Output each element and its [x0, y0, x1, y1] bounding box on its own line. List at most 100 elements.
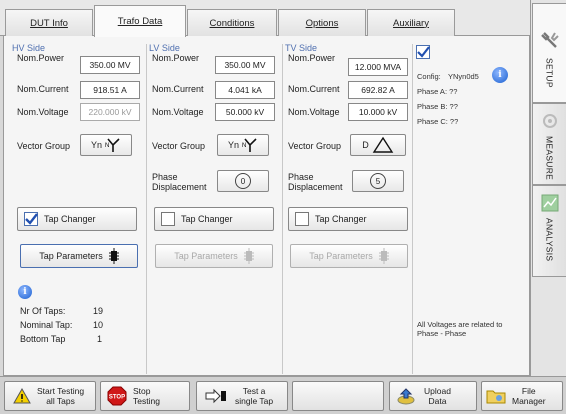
phase-value: 5	[375, 176, 381, 186]
lv-displacement-label: Displacement	[152, 182, 207, 192]
start-testing-button[interactable]: Start Testing all Taps	[4, 381, 96, 411]
tv-phase-displacement-button[interactable]: 5	[352, 170, 404, 192]
gear-icon	[542, 114, 557, 128]
lv-tap-changer-button[interactable]: Tap Changer	[154, 207, 274, 231]
hv-nom-voltage-field[interactable]: 220.000 kV	[80, 103, 140, 121]
vector-group-value: D	[362, 140, 369, 150]
tap-parameters-label: Tap Parameters	[174, 251, 238, 261]
lv-phase-label: Phase	[152, 172, 178, 182]
column-divider	[412, 44, 413, 374]
lv-nom-voltage-field[interactable]: 50.000 kV	[215, 103, 275, 121]
side-tab-label: SETUP	[544, 58, 555, 88]
tab-dut-info[interactable]: DUT Info	[5, 9, 93, 36]
phase-c-status: Phase C: ??	[417, 117, 459, 126]
tv-nom-current-field[interactable]: 692.82 A	[348, 81, 408, 99]
column-divider	[146, 44, 147, 374]
hv-vector-group-button[interactable]: Yn N	[80, 134, 132, 156]
empty-button[interactable]	[292, 381, 384, 411]
checkbox-unchecked-icon	[161, 212, 175, 226]
file-manager-text: File Manager	[512, 386, 546, 406]
tv-vector-group-button[interactable]: D	[350, 134, 406, 156]
side-tab-label: MEASURE	[544, 136, 555, 181]
checkbox-unchecked-icon	[295, 212, 309, 226]
warning-icon	[13, 388, 31, 404]
tab-trafo-data[interactable]: Trafo Data	[94, 5, 186, 37]
line-2: single Tap	[235, 396, 274, 406]
side-tab-analysis[interactable]: ANALYSIS	[532, 185, 566, 277]
lv-phase-displacement-button[interactable]: 0	[217, 170, 269, 192]
tv-nom-power-field[interactable]: 12.000 MVA	[348, 58, 408, 76]
upload-data-button[interactable]: Upload Data	[389, 381, 477, 411]
tab-label: Conditions	[209, 17, 255, 29]
side-tab-measure[interactable]: MEASURE	[532, 103, 566, 185]
start-testing-text: Start Testing all Taps	[37, 386, 84, 406]
upload-data-text: Upload Data	[424, 386, 451, 406]
voltage-note: All Voltages are related to Phase - Phas…	[417, 320, 503, 338]
hv-vector-group-label: Vector Group	[17, 141, 71, 151]
tap-icon	[243, 248, 254, 264]
lv-nom-power-field[interactable]: 350.00 MV	[215, 56, 275, 74]
arrow-tap-icon	[205, 388, 226, 404]
line-2: Data	[428, 396, 447, 406]
lv-vector-group-button[interactable]: Yn N	[217, 134, 269, 156]
check-icon	[417, 46, 430, 58]
config-checkbox[interactable]	[416, 45, 430, 59]
lv-vector-group-label: Vector Group	[152, 141, 206, 151]
column-divider	[282, 44, 283, 374]
tap-parameters-label: Tap Parameters	[309, 251, 373, 261]
nr-of-taps-label: Nr Of Taps:	[20, 306, 66, 316]
tab-options[interactable]: Options	[278, 9, 366, 36]
vector-group-value: Yn	[90, 140, 102, 150]
tv-nom-voltage-label: Nom.Voltage	[288, 107, 340, 117]
bottom-tap-value: 1	[97, 334, 103, 344]
nominal-tap-label: Nominal Tap:	[20, 320, 73, 330]
hv-tap-changer-button[interactable]: Tap Changer	[17, 207, 137, 231]
svg-text:N: N	[105, 143, 109, 149]
hv-nom-current-field[interactable]: 918.51 A	[80, 81, 140, 99]
tab-auxiliary[interactable]: Auxiliary	[367, 9, 455, 36]
hv-nom-voltage-label: Nom.Voltage	[17, 107, 69, 117]
clock-position-icon: 0	[235, 173, 251, 189]
vector-group-value: Yn	[227, 140, 239, 150]
chart-icon	[541, 194, 558, 212]
tv-vector-group-label: Vector Group	[288, 141, 342, 151]
tv-nom-power-label: Nom.Power	[288, 53, 336, 63]
hv-tap-parameters-button[interactable]: Tap Parameters	[20, 244, 138, 268]
phase-a-status: Phase A: ??	[417, 87, 458, 96]
phase-b-status: Phase B: ??	[417, 102, 458, 111]
lv-nom-current-field[interactable]: 4.041 kA	[215, 81, 275, 99]
config-value: YNyn0d5	[448, 72, 479, 81]
line-2: all Taps	[46, 396, 75, 406]
clock-position-icon: 5	[370, 173, 386, 189]
info-icon[interactable]: i	[18, 285, 32, 299]
stop-testing-button[interactable]: STOP Stop Testing	[100, 381, 190, 411]
folder-icon	[486, 390, 506, 404]
hv-nom-power-field[interactable]: 350.00 MV	[80, 56, 140, 74]
tv-tap-parameters-button[interactable]: Tap Parameters	[290, 244, 408, 268]
line-1: Test a	[242, 386, 266, 396]
info-icon[interactable]: i	[492, 67, 508, 83]
line-1: Stop	[133, 386, 151, 396]
line-2: Testing	[133, 396, 160, 406]
line-1: Upload	[424, 386, 451, 396]
side-tab-setup[interactable]: SETUP	[532, 3, 566, 103]
stop-testing-text: Stop Testing	[133, 386, 160, 406]
tab-conditions[interactable]: Conditions	[187, 9, 277, 36]
svg-text:N: N	[242, 143, 246, 149]
phase-value: 0	[240, 176, 246, 186]
tab-label: Auxiliary	[393, 17, 429, 29]
line-2: Manager	[512, 396, 546, 406]
star-n-icon: N	[242, 138, 257, 152]
tv-tap-changer-button[interactable]: Tap Changer	[288, 207, 408, 231]
tap-changer-label: Tap Changer	[315, 214, 367, 224]
config-label: Config:	[417, 72, 441, 81]
file-manager-button[interactable]: File Manager	[481, 381, 563, 411]
lv-nom-power-label: Nom.Power	[152, 53, 200, 63]
stop-icon: STOP	[107, 386, 127, 406]
tab-label: Options	[305, 17, 339, 29]
test-single-tap-button[interactable]: Test a single Tap	[196, 381, 288, 411]
tv-nom-voltage-field[interactable]: 10.000 kV	[348, 103, 408, 121]
lv-tap-parameters-button[interactable]: Tap Parameters	[155, 244, 273, 268]
tap-icon	[378, 248, 389, 264]
tab-label: DUT Info	[30, 17, 68, 29]
